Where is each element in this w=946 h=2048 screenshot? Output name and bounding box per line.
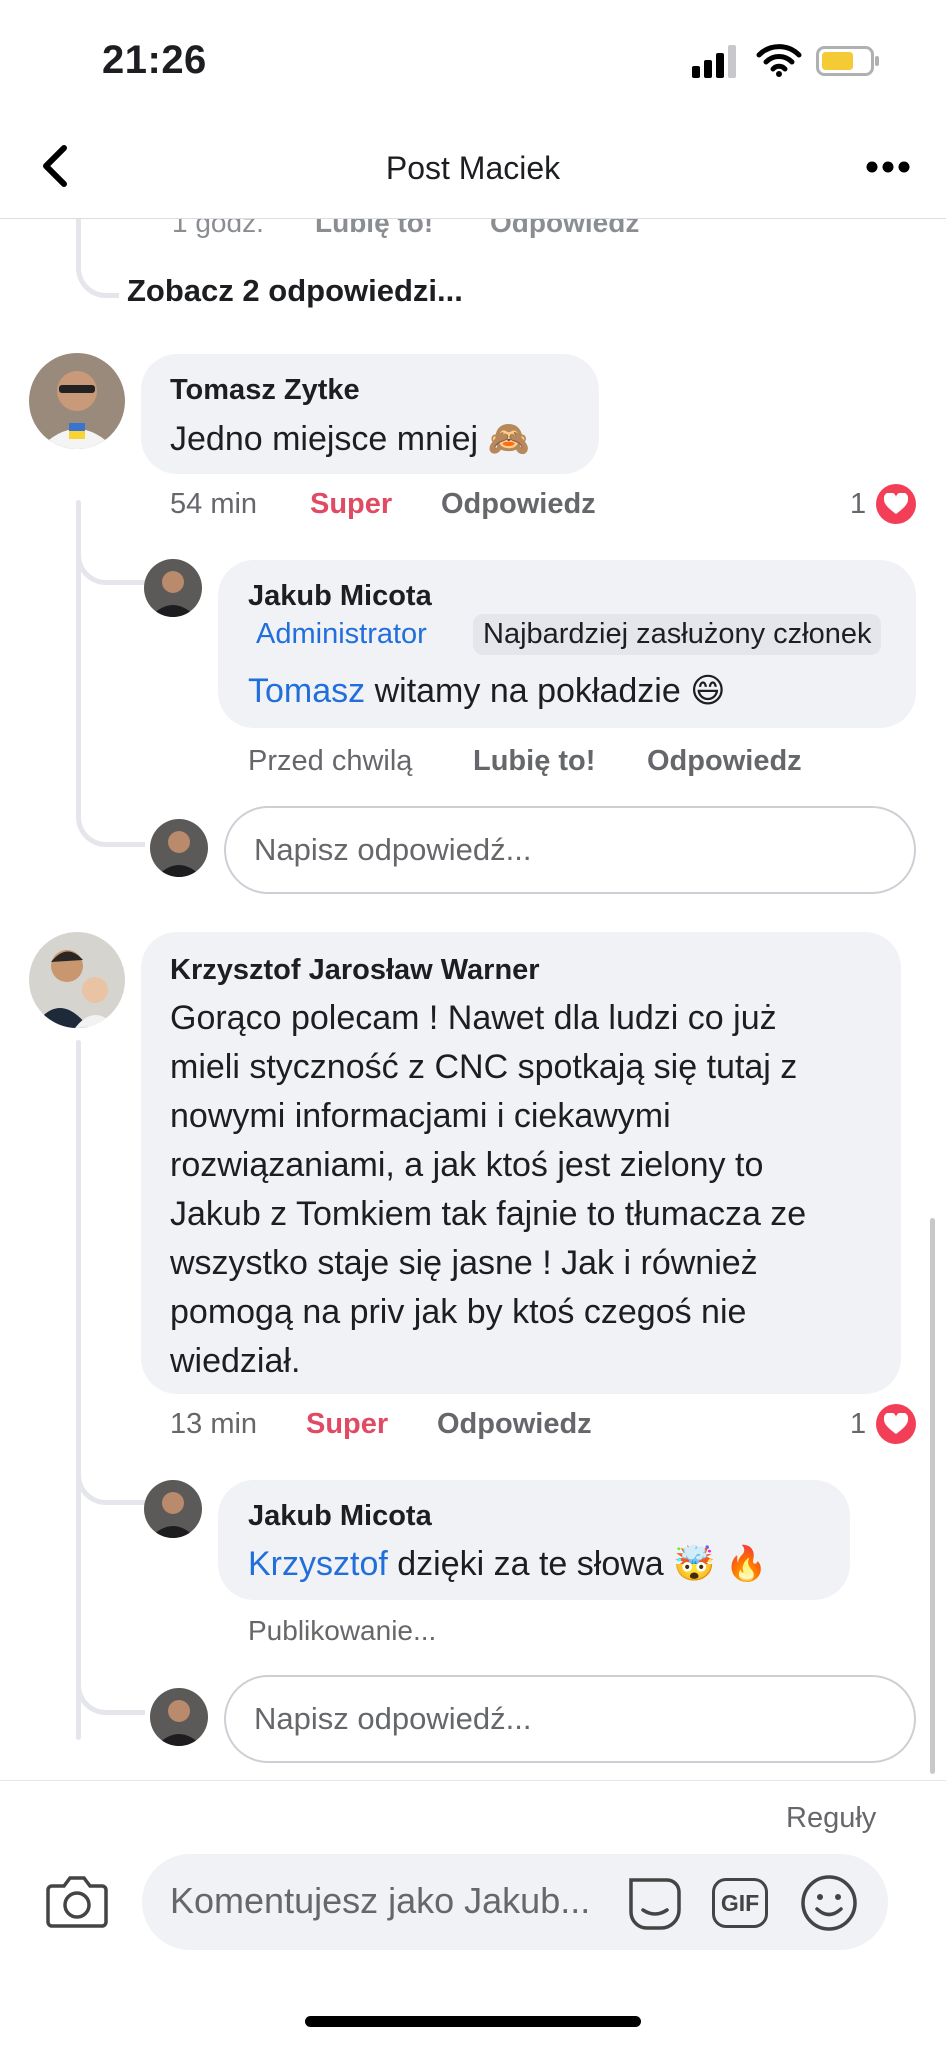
see-replies-link[interactable]: Zobacz 2 odpowiedzi...: [127, 273, 463, 309]
avatar: [150, 819, 208, 877]
reply-time: Przed chwilą: [248, 745, 413, 777]
reaction-super-button[interactable]: Super: [306, 1408, 388, 1441]
reply-button[interactable]: Odpowiedz: [441, 488, 596, 521]
prev-like[interactable]: Lubię to!: [315, 219, 433, 239]
emoji-icon[interactable]: [800, 1874, 858, 1932]
status-time: 21:26: [102, 38, 207, 82]
home-indicator[interactable]: [305, 2016, 641, 2027]
comment-author[interactable]: Krzysztof Jarosław Warner: [170, 954, 540, 987]
comment-bubble[interactable]: Krzysztof Jarosław Warner Gorąco polecam…: [141, 932, 901, 1394]
reply-button[interactable]: Odpowiedz: [647, 745, 802, 778]
prev-time: 1 godz.: [172, 219, 264, 238]
page-title: Post Maciek: [385, 150, 561, 186]
comment-text-line: mieli styczność z CNC spotkają się tutaj…: [170, 1048, 798, 1086]
avatar[interactable]: [144, 1480, 202, 1538]
comment-time: 13 min: [170, 1408, 258, 1440]
comment-text-line: wszystko staje się jasne ! Jak i również: [170, 1244, 758, 1282]
reply-text-body: dzięki za te słowa 🤯 🔥: [387, 1545, 768, 1583]
scrollbar[interactable]: [930, 1218, 935, 1774]
mention-link[interactable]: Krzysztof: [248, 1545, 388, 1583]
camera-icon[interactable]: [46, 1872, 108, 1928]
comment-text-line: Gorąco polecam ! Nawet dla ludzi co już: [170, 999, 777, 1037]
thread-line: [76, 780, 145, 847]
reply-text-body: witamy na pokładzie 😄: [365, 672, 726, 710]
comment-text-line: pomogą na priv jak by ktoś czegoś nie: [170, 1293, 747, 1331]
comment-text-line: Jakub z Tomkiem tak fajnie to tłumacza z…: [170, 1195, 807, 1233]
prev-reply[interactable]: Odpowiedz: [490, 219, 639, 239]
reaction-count[interactable]: 1: [850, 1408, 866, 1441]
reply-text: Krzysztof dzięki za te słowa 🤯 🔥: [248, 1540, 767, 1589]
previous-reply-meta: 1 godz. Lubię to! Odpowiedz: [0, 219, 946, 249]
thread-line: [76, 1040, 81, 1740]
reply-bubble[interactable]: Jakub Micota Administrator Najbardziej z…: [218, 560, 916, 728]
heart-icon: [876, 484, 916, 524]
mention-link[interactable]: Tomasz: [248, 672, 365, 710]
comment-text-line: nowymi informacjami i ciekawymi: [170, 1097, 671, 1135]
comment-text: Jedno miejsce mniej 🙈: [170, 420, 530, 458]
avatar[interactable]: [29, 353, 125, 449]
reaction-count[interactable]: 1: [850, 488, 866, 521]
sticker-icon[interactable]: [625, 1874, 685, 1932]
thread-line: [76, 219, 119, 298]
reply-text: Tomasz witamy na pokładzie 😄: [248, 667, 726, 716]
comment-author[interactable]: Tomasz Zytke: [170, 374, 360, 407]
signal-icon: [692, 45, 736, 78]
reply-button[interactable]: Odpowiedz: [437, 1408, 592, 1441]
thread-line: [76, 1660, 145, 1715]
thread-line: [76, 1440, 145, 1505]
comment-text-line: rozwiązaniami, a jak ktoś jest zielony t…: [170, 1146, 764, 1184]
avatar: [150, 1688, 208, 1746]
reaction-super-button[interactable]: Super: [310, 488, 392, 521]
wifi-icon: [756, 44, 802, 77]
badge-top-contributor: Najbardziej zasłużony członek: [473, 614, 882, 655]
reply-input[interactable]: Napisz odpowiedź...: [224, 806, 916, 894]
avatar[interactable]: [29, 932, 125, 1028]
divider: [0, 1780, 946, 1781]
reply-author[interactable]: Jakub Micota: [248, 580, 432, 613]
reply-bubble[interactable]: Jakub Micota Krzysztof dzięki za te słow…: [218, 1480, 850, 1600]
gif-icon[interactable]: GIF: [712, 1878, 768, 1928]
like-button[interactable]: Lubię to!: [473, 745, 595, 778]
comment-time: 54 min: [170, 488, 258, 520]
heart-icon: [876, 1404, 916, 1444]
reply-input[interactable]: Napisz odpowiedź...: [224, 1675, 916, 1763]
reply-author[interactable]: Jakub Micota: [248, 1500, 432, 1533]
more-icon[interactable]: [866, 160, 910, 174]
comment-text-line: wiedział.: [170, 1342, 301, 1380]
rules-link[interactable]: Reguły: [786, 1802, 876, 1835]
comment-bubble[interactable]: Tomasz Zytke Jedno miejsce mniej 🙈: [141, 354, 599, 474]
composer-input[interactable]: Komentujesz jako Jakub...: [170, 1880, 590, 1922]
badge-administrator: Administrator: [256, 618, 427, 651]
thread-line: [76, 520, 145, 585]
avatar[interactable]: [144, 559, 202, 617]
comment-text: Gorąco polecam ! Nawet dla ludzi co już …: [170, 994, 806, 1386]
posting-status: Publikowanie...: [248, 1615, 437, 1646]
battery-icon: [816, 46, 879, 76]
